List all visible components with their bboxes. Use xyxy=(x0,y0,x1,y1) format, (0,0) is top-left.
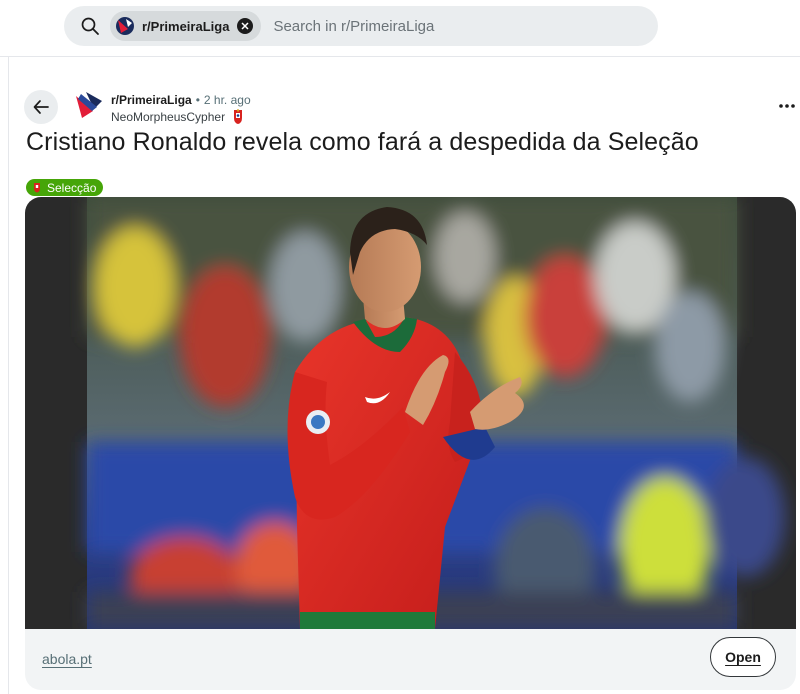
search-icon[interactable] xyxy=(80,16,100,36)
post-title[interactable]: Cristiano Ronaldo revela como fará a des… xyxy=(26,128,699,157)
post-time: 2 hr. ago xyxy=(203,92,251,107)
search-input[interactable] xyxy=(271,16,576,36)
portugal-crest-icon xyxy=(34,183,40,193)
ellipsis-icon xyxy=(779,104,795,108)
flair-label: Selecção xyxy=(47,180,97,195)
portugal-crest-icon xyxy=(234,109,243,124)
link-card[interactable]: abola.pt Open xyxy=(25,197,796,690)
community-chip-label: r/PrimeiraLiga xyxy=(142,18,230,34)
more-options-button[interactable] xyxy=(774,96,800,116)
card-footer: abola.pt Open xyxy=(25,629,796,690)
community-chip[interactable]: r/PrimeiraLiga xyxy=(110,11,262,41)
open-button[interactable]: Open xyxy=(710,637,776,677)
post-flair[interactable]: Selecção xyxy=(26,179,104,196)
back-button[interactable] xyxy=(24,90,58,124)
subreddit-name[interactable]: r/PrimeiraLiga xyxy=(111,93,192,107)
top-bar: r/PrimeiraLiga xyxy=(0,0,800,57)
close-icon[interactable] xyxy=(237,18,254,34)
meta-separator: • xyxy=(195,92,200,107)
subreddit-avatar[interactable] xyxy=(72,89,104,121)
source-link[interactable]: abola.pt xyxy=(42,651,92,667)
author-name[interactable]: NeoMorpheusCypher xyxy=(111,110,225,124)
search-bar[interactable]: r/PrimeiraLiga xyxy=(64,6,658,46)
subreddit-avatar-icon xyxy=(116,17,134,35)
arrow-left-icon xyxy=(33,100,49,114)
post-meta: r/PrimeiraLiga • 2 hr. ago NeoMorpheusCy… xyxy=(111,92,251,126)
article-thumbnail[interactable] xyxy=(25,197,796,629)
